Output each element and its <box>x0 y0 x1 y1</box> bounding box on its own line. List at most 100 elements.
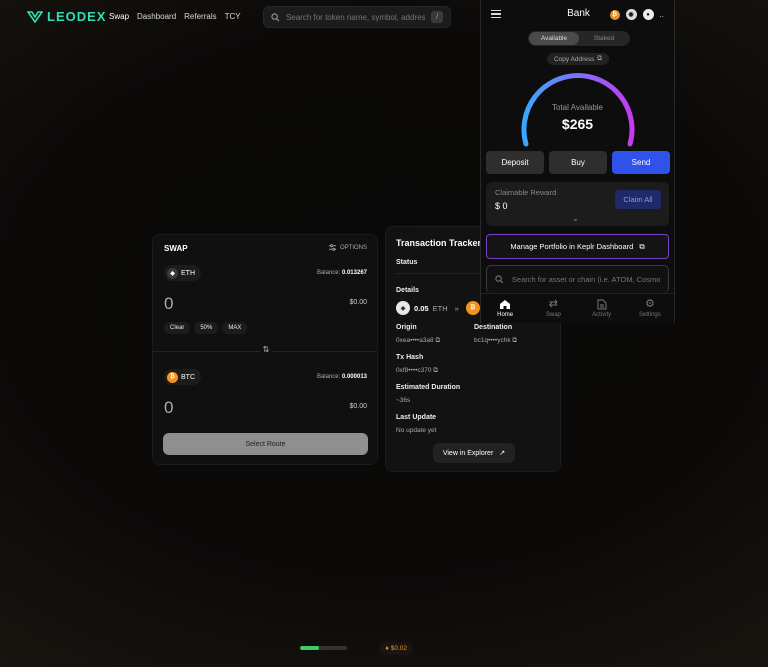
copy-address-button[interactable]: Copy Address ⧉ <box>547 53 609 65</box>
brand-logo[interactable]: LEODEX <box>27 9 106 24</box>
details-label: Details <box>396 287 419 294</box>
top-navbar: LEODEX Swap Dashboard Referrals TCY / <box>0 0 480 34</box>
from-usd-value: $0.00 <box>349 299 367 306</box>
copy-icon: ⧉ <box>597 55 603 62</box>
deposit-button[interactable]: Deposit <box>486 151 544 174</box>
external-arrow-icon: ↗ <box>499 450 506 457</box>
sent-symbol: ETH <box>432 303 448 313</box>
tracker-title: Transaction Tracker <box>396 238 482 248</box>
half-chip[interactable]: 50% <box>194 322 219 334</box>
tabbar-swap-label: Swap <box>545 312 561 318</box>
tabbar-activity[interactable]: Activity <box>578 294 626 323</box>
chevron-down-icon[interactable]: ⌄ <box>572 214 579 223</box>
copy-icon[interactable]: ⧉ <box>433 367 438 374</box>
select-route-button[interactable]: Select Route <box>163 433 368 455</box>
progress-fill <box>300 646 319 650</box>
from-balance-value: 0.013267 <box>341 270 367 276</box>
asset-search-input[interactable] <box>511 275 660 284</box>
wallet-header-icons: ₿ ◉ ● .. <box>609 9 664 20</box>
from-balance: Balance: 0.013267 <box>317 270 367 276</box>
balance-tabs: Available Staked <box>528 31 630 46</box>
nav-link-referrals[interactable]: Referrals <box>184 12 216 21</box>
tabbar-settings[interactable]: ⚙ Settings <box>626 294 674 323</box>
origin-label: Origin <box>396 324 417 331</box>
nav-link-swap[interactable]: Swap <box>109 12 129 21</box>
gear-icon: ⚙ <box>644 298 655 310</box>
nav-link-dashboard[interactable]: Dashboard <box>137 12 176 21</box>
price-badge[interactable]: ♦ $0.02 <box>380 641 412 655</box>
chain-icon[interactable]: ₿ <box>609 9 620 20</box>
sent-amount: 0.05 <box>414 303 429 313</box>
network-icon[interactable]: ◉ <box>625 9 637 20</box>
search-shortcut-key: / <box>431 11 443 23</box>
swap-arrows-icon: ⇄ <box>548 298 558 310</box>
swap-title: SWAP <box>164 244 188 253</box>
from-balance-label: Balance: <box>316 270 341 276</box>
total-available-label: Total Available <box>552 103 603 112</box>
txhash-label: Tx Hash <box>396 354 424 361</box>
price-value: $0.02 <box>390 644 407 652</box>
search-icon <box>271 12 280 21</box>
claimable-reward-card: Claimable Reward $ 0 Claim All ⌄ <box>486 182 669 226</box>
swap-card: SWAP OPTIONS ◆ ETH Balance: 0.013267 0 $… <box>152 234 378 465</box>
options-button[interactable]: OPTIONS <box>328 244 367 251</box>
wallet-tabbar: Home ⇄ Swap Activity ⚙ Settings <box>481 293 674 323</box>
asset-search[interactable] <box>486 265 669 293</box>
status-label: Status <box>396 259 418 266</box>
clear-chip[interactable]: Clear <box>164 322 191 334</box>
destination-label: Destination <box>474 324 513 331</box>
to-token-selector[interactable]: ₿ BTC <box>164 369 201 385</box>
transfer-summary: ◆ 0.05 ETH » ₿ 0 <box>396 301 488 315</box>
bottom-status: ♦ $0.02 <box>300 640 412 656</box>
manage-portfolio-button[interactable]: Manage Portfolio in Keplr Dashboard ⧉ <box>486 234 669 259</box>
to-amount-value: 0 <box>164 398 174 417</box>
send-button[interactable]: Send <box>612 151 670 174</box>
from-amount-input[interactable]: 0 <box>164 294 173 314</box>
tab-available[interactable]: Available <box>529 32 579 45</box>
more-options-icon[interactable]: .. <box>660 10 664 19</box>
transfer-arrow-icon: » <box>454 303 459 313</box>
token-icon: ♦ <box>385 644 389 652</box>
token-search[interactable]: / <box>263 6 451 28</box>
max-chip[interactable]: MAX <box>222 322 248 334</box>
total-available-value: $265 <box>561 116 594 132</box>
txhash-value[interactable]: 0xf8••••c370 ⧉ <box>396 367 438 375</box>
external-link-icon: ⧉ <box>639 241 645 251</box>
tabbar-home-label: Home <box>497 312 514 318</box>
token-search-input[interactable] <box>285 12 426 22</box>
eth-icon: ◆ <box>396 301 410 315</box>
account-icon[interactable]: ● <box>642 9 654 20</box>
nav-link-tcy[interactable]: TCY <box>225 12 241 21</box>
destination-value[interactable]: bc1q••••ychk ⧉ <box>474 337 517 345</box>
claimable-value: $ 0 <box>495 201 508 211</box>
from-token-symbol: ETH <box>181 269 195 277</box>
manage-portfolio-label: Manage Portfolio in Keplr Dashboard <box>510 242 634 251</box>
buy-button[interactable]: Buy <box>549 151 607 174</box>
from-token-selector[interactable]: ◆ ETH <box>164 265 201 281</box>
copy-icon[interactable]: ⧉ <box>512 337 517 344</box>
last-update-value: No update yet <box>396 427 437 434</box>
copy-icon[interactable]: ⧉ <box>435 337 440 344</box>
tabbar-settings-label: Settings <box>639 312 661 318</box>
last-update-label: Last Update <box>396 414 437 421</box>
progress-bar <box>300 646 347 650</box>
claim-all-button[interactable]: Claim All <box>615 190 661 209</box>
to-usd-value: $0.00 <box>349 403 367 410</box>
sliders-icon <box>328 244 336 251</box>
view-in-explorer-button[interactable]: View in Explorer ↗ <box>433 443 515 463</box>
brand-name: LEODEX <box>47 9 107 24</box>
leodex-logo-icon <box>27 10 43 23</box>
origin-address: 0xea••••a3a8 <box>396 337 434 344</box>
document-icon <box>597 299 607 310</box>
explorer-label: View in Explorer <box>442 449 494 457</box>
search-icon <box>495 275 504 284</box>
origin-value[interactable]: 0xea••••a3a8 ⧉ <box>396 337 440 345</box>
tabbar-swap[interactable]: ⇄ Swap <box>529 294 577 323</box>
duration-value: ~36s <box>396 397 411 404</box>
switch-tokens-icon[interactable]: ⇅ <box>260 345 272 357</box>
tabbar-activity-label: Activity <box>592 312 612 318</box>
tab-staked[interactable]: Staked <box>579 32 629 45</box>
eth-icon: ◆ <box>167 267 178 279</box>
tabbar-home[interactable]: Home <box>481 294 529 323</box>
options-label: OPTIONS <box>339 244 367 251</box>
